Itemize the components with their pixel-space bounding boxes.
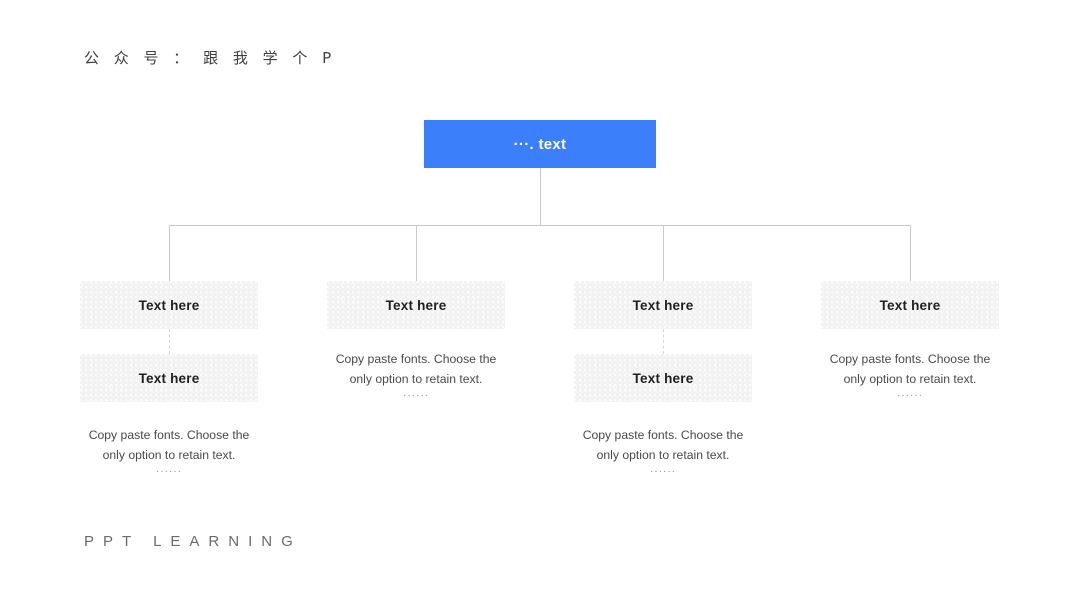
branch-1-description-dots: ······	[156, 466, 182, 477]
connector-root-stem	[540, 168, 541, 225]
branch-2-description-line-1: Copy paste fonts. Choose the	[335, 352, 497, 366]
connector-horizontal-bus	[169, 225, 911, 226]
connector-drop-branch-1	[169, 225, 170, 281]
branch-2-box-1[interactable]: Text here	[327, 281, 505, 329]
connector-dashed-branch-3	[663, 329, 665, 354]
branch-1-description-line-1: Copy paste fonts. Choose the	[88, 428, 250, 442]
branch-3-description-line-2: only option to retain text.	[596, 448, 730, 462]
connector-drop-branch-2	[416, 225, 417, 281]
connector-dashed-branch-1	[169, 329, 171, 354]
branch-4-description-line-2: only option to retain text.	[843, 372, 977, 386]
root-node-label: ···. text	[513, 135, 567, 153]
connector-drop-branch-3	[663, 225, 664, 281]
branch-4-description: Copy paste fonts. Choose the only option…	[815, 349, 1005, 402]
branch-3-description-dots: ······	[650, 466, 676, 477]
branch-3-description: Copy paste fonts. Choose the only option…	[568, 425, 758, 478]
branch-3-box-1-label: Text here	[632, 297, 694, 313]
org-chart: ···. text Text here Text here Copy paste…	[0, 0, 1080, 608]
branch-1-box-1-label: Text here	[138, 297, 200, 313]
branch-2-box-1-label: Text here	[385, 297, 447, 313]
branch-1-box-2[interactable]: Text here	[80, 354, 258, 402]
connector-drop-branch-4	[910, 225, 911, 281]
branch-4-box-1[interactable]: Text here	[821, 281, 999, 329]
branch-2-description-line-2: only option to retain text.	[349, 372, 483, 386]
root-node[interactable]: ···. text	[424, 120, 656, 168]
branch-3-description-line-1: Copy paste fonts. Choose the	[582, 428, 744, 442]
branch-1-description-line-2: only option to retain text.	[102, 448, 236, 462]
branch-3-box-2-label: Text here	[632, 370, 694, 386]
footer-wordmark: PPT LEARNING	[84, 533, 302, 550]
branch-2-description-dots: ······	[403, 390, 429, 401]
branch-4-description-line-1: Copy paste fonts. Choose the	[829, 352, 991, 366]
branch-3-box-1[interactable]: Text here	[574, 281, 752, 329]
branch-4-box-1-label: Text here	[879, 297, 941, 313]
branch-3-box-2[interactable]: Text here	[574, 354, 752, 402]
branch-1-box-1[interactable]: Text here	[80, 281, 258, 329]
branch-1-description: Copy paste fonts. Choose the only option…	[74, 425, 264, 478]
branch-4-description-dots: ······	[897, 390, 923, 401]
branch-1-box-2-label: Text here	[138, 370, 200, 386]
branch-2-description: Copy paste fonts. Choose the only option…	[321, 349, 511, 402]
